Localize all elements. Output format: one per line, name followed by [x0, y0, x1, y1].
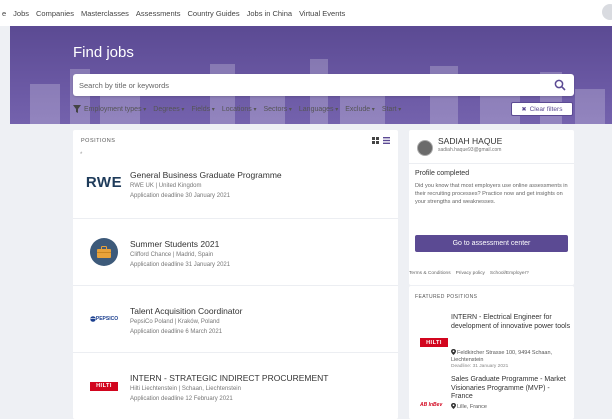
divider	[409, 163, 574, 164]
job-row-hilti[interactable]: HILTI INTERN - STRATEGIC INDIRECT PROCUR…	[73, 353, 398, 419]
search-input[interactable]	[73, 74, 533, 96]
abinbev-logo: AB InBev	[420, 393, 442, 411]
page-title: Find jobs	[73, 44, 134, 61]
job-company-location: PepsiCo Poland | Kraków, Poland	[130, 319, 220, 325]
clear-filters-button[interactable]: ✖ Clear filters	[511, 102, 573, 116]
view-toggle	[372, 137, 390, 144]
school-employer-link[interactable]: School/Employer?	[490, 271, 529, 276]
featured-location: Feldkircher Strasse 100, 9494 Schaan, Li…	[451, 349, 572, 364]
rwe-logo: RWE	[85, 168, 123, 196]
grid-view-icon[interactable]	[372, 137, 379, 144]
top-navigation: e Jobs Companies Masterclasses Assessmen…	[0, 0, 612, 26]
job-title[interactable]: Talent Acquisition Coordinator	[130, 306, 242, 316]
job-title[interactable]: General Business Graduate Programme	[130, 170, 282, 180]
clifford-chance-logo	[85, 238, 123, 266]
featured-location: Lille, France	[451, 403, 572, 411]
featured-positions-card: FEATURED POSITIONS HILTI INTERN - Electr…	[409, 286, 574, 419]
abinbev-logo-text: AB InBev	[420, 402, 443, 408]
job-row-rwe[interactable]: RWE General Business Graduate Programme …	[73, 152, 398, 219]
job-deadline: Application deadline 30 January 2021	[130, 193, 231, 199]
hilti-logo-text: HILTI	[420, 338, 448, 347]
privacy-link[interactable]: Privacy policy	[456, 271, 485, 276]
job-company-location: RWE UK | United Kingdom	[130, 183, 202, 189]
profile-card: SADIAH HAQUE sadiah.haque93@gmail.com Pr…	[409, 130, 574, 285]
pepsico-logo-text: PEPSICO	[95, 316, 119, 322]
job-deadline: Application deadline 31 January 2021	[130, 262, 231, 268]
rwe-logo-text: RWE	[85, 173, 123, 191]
go-to-assessment-button[interactable]: Go to assessment center	[415, 235, 568, 252]
profile-status: Profile completed	[415, 170, 470, 177]
filter-bar: Employment types Degrees Fields Location…	[73, 99, 576, 119]
filter-languages[interactable]: Languages	[299, 106, 338, 113]
job-title[interactable]: Summer Students 2021	[130, 239, 219, 249]
clear-filters-label: Clear filters	[529, 105, 563, 113]
job-company-location: Clifford Chance | Madrid, Spain	[130, 252, 214, 258]
hilti-logo-text: HILTI	[90, 381, 118, 391]
nav-item-virtual-events[interactable]: Virtual Events	[299, 9, 345, 18]
filter-exclude[interactable]: Exclude	[345, 106, 375, 113]
footer-links: Terms & Conditions Privacy policy School…	[409, 271, 574, 276]
user-avatar-top[interactable]	[602, 4, 612, 20]
job-deadline: Application deadline 12 February 2021	[130, 396, 233, 402]
user-name: SADIAH HAQUE	[438, 136, 503, 146]
hilti-logo: HILTI	[85, 372, 123, 400]
user-email: sadiah.haque93@gmail.com	[438, 147, 502, 153]
nav-item-jobs-in-china[interactable]: Jobs in China	[247, 9, 292, 18]
featured-title[interactable]: INTERN - Electrical Engineer for develop…	[451, 314, 572, 331]
nav-item-country-guides[interactable]: Country Guides	[188, 9, 240, 18]
nav-item-companies[interactable]: Companies	[36, 9, 74, 18]
search-icon[interactable]	[554, 79, 566, 91]
pepsico-logo: PEPSICO	[85, 305, 123, 333]
job-row-clifford-chance[interactable]: Summer Students 2021 Clifford Chance | M…	[73, 219, 398, 286]
list-view-icon[interactable]	[383, 137, 390, 144]
filter-fields[interactable]: Fields	[191, 106, 214, 113]
search-bar	[73, 74, 574, 96]
job-deadline: Application deadline 6 March 2021	[130, 329, 223, 335]
filter-locations[interactable]: Locations	[222, 106, 257, 113]
positions-header: POSITIONS	[73, 130, 398, 152]
avatar[interactable]	[417, 140, 433, 156]
nav-item-masterclasses[interactable]: Masterclasses	[81, 9, 129, 18]
nav-item-home[interactable]: e	[2, 9, 6, 18]
hilti-logo: HILTI	[420, 338, 448, 347]
nav-item-jobs[interactable]: Jobs	[13, 9, 29, 18]
assessment-description: Did you know that most employers use onl…	[415, 183, 568, 206]
nav-item-assessments[interactable]: Assessments	[136, 9, 181, 18]
funnel-icon	[73, 105, 81, 113]
job-company-location: Hilti Liechtenstein | Schaan, Liechtenst…	[130, 386, 241, 392]
briefcase-icon	[90, 238, 118, 266]
filter-sectors[interactable]: Sectors	[263, 106, 291, 113]
terms-link[interactable]: Terms & Conditions	[409, 271, 451, 276]
filter-employment-types[interactable]: Employment types	[84, 106, 146, 113]
featured-location-text: Feldkircher Strasse 100, 9494 Schaan, Li…	[451, 350, 553, 363]
location-pin-icon	[451, 349, 456, 355]
positions-heading: POSITIONS	[81, 138, 116, 144]
featured-heading: FEATURED POSITIONS	[415, 294, 478, 300]
location-pin-icon	[451, 403, 456, 409]
featured-location-text: Lille, France	[457, 404, 487, 410]
job-row-pepsico[interactable]: PEPSICO Talent Acquisition Coordinator P…	[73, 286, 398, 353]
job-title[interactable]: INTERN - STRATEGIC INDIRECT PROCUREMENT	[130, 373, 329, 383]
close-icon: ✖	[521, 106, 527, 113]
positions-panel: POSITIONS * RWE General Business Graduat…	[73, 130, 398, 419]
filter-start[interactable]: Start	[382, 106, 401, 113]
featured-deadline: Deadline: 31 January 2021	[451, 364, 509, 369]
filter-degrees[interactable]: Degrees	[153, 106, 184, 113]
featured-title[interactable]: Sales Graduate Programme - Market Vision…	[451, 376, 572, 402]
